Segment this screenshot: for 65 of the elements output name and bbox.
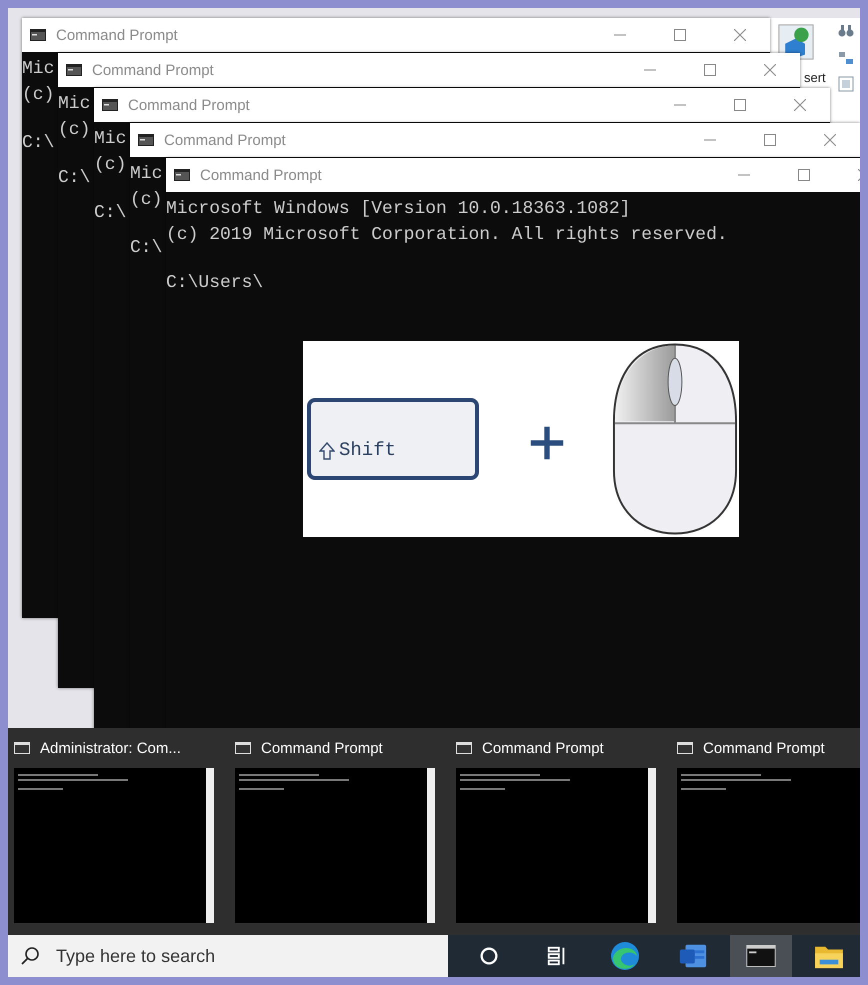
window-thumbnail[interactable] xyxy=(677,768,860,923)
console-icon xyxy=(174,169,190,181)
minimize-icon[interactable] xyxy=(614,34,626,36)
mouse-icon xyxy=(611,342,739,536)
window-title: Command Prompt xyxy=(200,166,322,184)
window-thumbnail[interactable] xyxy=(235,768,435,923)
console-line: (c) xyxy=(22,84,54,107)
close-icon[interactable] xyxy=(794,99,806,111)
console-line: Mic xyxy=(22,58,54,81)
preview-title[interactable]: Command Prompt xyxy=(261,740,383,756)
window-title: Command Prompt xyxy=(92,62,214,78)
minimize-icon[interactable] xyxy=(644,69,656,71)
replace-icon[interactable] xyxy=(838,50,854,66)
search-field[interactable]: Type here to search xyxy=(8,935,448,977)
preview-title[interactable]: Administrator: Com... xyxy=(40,740,181,756)
console-icon xyxy=(456,742,472,754)
console-line: C:\ xyxy=(94,202,126,225)
search-icon xyxy=(20,946,40,966)
key-label: Shift xyxy=(339,440,396,460)
console-line: C:\Users\ xyxy=(166,272,264,295)
close-icon[interactable] xyxy=(734,29,746,41)
console-line: (c) xyxy=(58,119,90,142)
close-icon[interactable] xyxy=(824,134,836,146)
maximize-icon[interactable] xyxy=(704,64,716,76)
preview-title[interactable]: Command Prompt xyxy=(482,740,604,756)
window-thumbnail[interactable] xyxy=(14,768,214,923)
console-line: C:\ xyxy=(58,167,90,190)
binoculars-icon[interactable] xyxy=(838,24,854,38)
browser-icon[interactable] xyxy=(609,940,641,972)
arrow-up-icon xyxy=(319,442,335,460)
terminal-icon[interactable] xyxy=(746,945,776,967)
preview-title[interactable]: Command Prompt xyxy=(703,740,825,756)
maximize-icon[interactable] xyxy=(764,134,776,146)
taskbar-app[interactable] xyxy=(730,935,792,977)
console-line: C:\ xyxy=(22,132,54,155)
console-line: Microsoft Windows [Version 10.0.18363.1082] xyxy=(166,198,630,221)
ribbon-label[interactable]: sert xyxy=(804,70,826,85)
console-icon xyxy=(66,64,82,76)
maximize-icon[interactable] xyxy=(734,99,746,111)
maximize-icon[interactable] xyxy=(674,29,686,41)
console-line: Mic xyxy=(94,128,126,151)
console-line: Mic xyxy=(130,163,162,186)
console-icon xyxy=(677,742,693,754)
console-line: (c) 2019 Microsoft Corporation. All rights reserved. xyxy=(166,224,728,247)
minimize-icon[interactable] xyxy=(674,104,686,106)
console-line: (c) xyxy=(94,154,126,177)
minimize-icon[interactable] xyxy=(704,139,716,141)
console-line: (c) xyxy=(130,189,162,212)
window-title: Command Prompt xyxy=(164,132,286,148)
select-icon[interactable] xyxy=(838,76,854,92)
console-icon xyxy=(102,99,118,111)
minimize-icon[interactable] xyxy=(738,174,750,176)
window-thumbnail[interactable] xyxy=(456,768,656,923)
console-line: C:\ xyxy=(130,237,162,260)
window-title: Command Prompt xyxy=(56,26,178,44)
console-icon xyxy=(30,29,46,41)
plus-icon xyxy=(529,425,565,461)
circle-icon[interactable] xyxy=(478,945,500,967)
close-icon[interactable] xyxy=(764,64,776,76)
maximize-icon[interactable] xyxy=(798,169,810,181)
console-line: Mic xyxy=(58,93,90,116)
window-title: Command Prompt xyxy=(128,96,250,114)
console-icon xyxy=(14,742,30,754)
console-icon xyxy=(138,134,154,146)
console-icon xyxy=(235,742,251,754)
